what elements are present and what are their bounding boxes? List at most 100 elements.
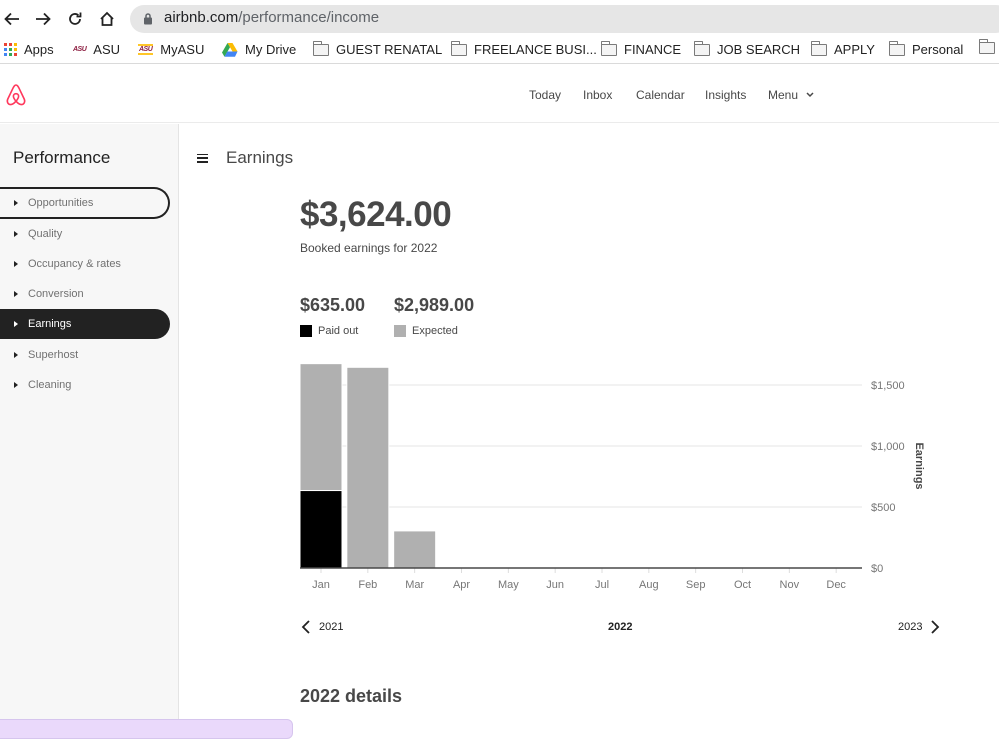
y-axis-label: Earnings: [913, 442, 925, 489]
sidebar-item-label: Cleaning: [28, 379, 72, 391]
nav-today[interactable]: Today: [529, 88, 561, 102]
bar-paid-out: [299, 490, 343, 569]
nav-insights[interactable]: Insights: [705, 88, 746, 102]
prev-year-button[interactable]: 2021: [301, 620, 343, 634]
folder-icon: [889, 40, 905, 56]
nav-calendar[interactable]: Calendar: [636, 88, 685, 102]
sidebar: Performance Opportunities Quality Occupa…: [0, 124, 179, 726]
page-header: Earnings: [197, 148, 293, 168]
paid-out-amount: $635.00: [300, 295, 366, 315]
bar-expected: [346, 366, 390, 569]
bookmark-folder[interactable]: Personal: [889, 40, 964, 57]
x-tick-label: May: [498, 579, 519, 591]
sidebar-item-opportunities[interactable]: Opportunities: [0, 187, 170, 219]
bookmark-apps[interactable]: Apps: [4, 42, 54, 57]
bookmark-folder[interactable]: APPLY: [811, 40, 875, 57]
nav-menu-label: Menu: [768, 88, 799, 102]
x-tick-label: Jul: [595, 579, 609, 591]
reload-button[interactable]: [64, 8, 86, 30]
details-section-title: 2022 details: [300, 686, 403, 706]
nav-inbox[interactable]: Inbox: [583, 88, 612, 102]
bookmark-folder[interactable]: FINANCE: [601, 40, 682, 57]
total-earnings-caption: Booked earnings for 2022: [300, 241, 438, 255]
x-tick-label: Jun: [546, 579, 564, 591]
legend-label: Expected: [412, 325, 458, 337]
folder-icon: [601, 40, 617, 56]
arrow-left-icon: [4, 12, 19, 26]
caret-right-icon: [14, 382, 18, 388]
bookmark-label: JOB SEARCH: [717, 42, 801, 57]
caret-right-icon: [14, 261, 18, 267]
y-tick-label: $1,000: [871, 441, 905, 453]
next-year-button[interactable]: 2023: [898, 620, 940, 634]
bookmark-label: Personal: [912, 42, 964, 57]
sidebar-title: Performance: [13, 148, 111, 167]
app-header: Today Inbox Calendar Insights Menu: [0, 65, 999, 123]
bookmark-asu[interactable]: ASU ASU: [73, 42, 120, 57]
legend-paid-out: Paid out: [300, 325, 358, 337]
nav-menu[interactable]: Menu: [768, 88, 814, 102]
google-drive-icon: [222, 42, 238, 57]
sidebar-item-conversion[interactable]: Conversion: [0, 279, 170, 309]
folder-icon: [451, 40, 467, 56]
x-tick-label: Aug: [639, 579, 659, 591]
bookmark-myasu[interactable]: ASU MyASU: [138, 42, 204, 57]
hamburger-menu-icon[interactable]: [197, 153, 208, 163]
x-tick-label: Sep: [686, 579, 706, 591]
bookmark-folder-overflow[interactable]: [979, 39, 995, 54]
reload-icon: [69, 12, 82, 25]
chevron-right-icon: [931, 620, 940, 634]
sidebar-item-quality[interactable]: Quality: [0, 219, 170, 249]
expected-amount: $2,989.00: [394, 295, 475, 315]
current-year-label: 2022: [608, 621, 633, 633]
asu-logo-icon: ASU: [73, 46, 87, 53]
browser-toolbar: airbnb.com/performance/income: [0, 0, 999, 38]
airbnb-logo[interactable]: [5, 83, 27, 112]
x-tick-label: Dec: [826, 579, 846, 591]
caret-right-icon: [14, 200, 18, 206]
x-tick-label: Mar: [405, 579, 424, 591]
y-tick-label: $0: [871, 563, 883, 575]
bookmark-folder[interactable]: GUEST RENATAL: [313, 40, 442, 57]
y-tick-label: $1,500: [871, 380, 905, 392]
forward-button[interactable]: [32, 8, 54, 30]
bar-expected: [393, 530, 437, 569]
x-tick-label: Apr: [453, 579, 470, 591]
x-tick-label: Feb: [358, 579, 377, 591]
chevron-left-icon: [301, 620, 310, 634]
bookmark-my-drive[interactable]: My Drive: [222, 42, 296, 57]
sidebar-item-label: Conversion: [28, 288, 84, 300]
bookmarks-bar: Apps ASU ASU ASU MyASU My Drive GUEST RE…: [0, 38, 999, 64]
bookmark-label: FINANCE: [624, 42, 682, 57]
bookmark-label: MyASU: [160, 42, 205, 57]
lock-icon: [144, 13, 152, 25]
expected-swatch: [394, 325, 406, 337]
bottom-popup-edge: [0, 719, 293, 739]
sidebar-item-earnings[interactable]: Earnings: [0, 309, 170, 339]
sidebar-item-superhost[interactable]: Superhost: [0, 340, 170, 370]
sidebar-item-cleaning[interactable]: Cleaning: [0, 370, 170, 400]
home-button[interactable]: [96, 8, 118, 30]
prev-year-label: 2021: [319, 621, 344, 633]
apps-grid-icon: [4, 43, 17, 56]
url-domain: airbnb.com: [164, 9, 239, 26]
folder-icon: [979, 39, 995, 54]
myasu-logo-icon: ASU: [138, 44, 154, 55]
paid-out-swatch: [300, 325, 312, 337]
caret-right-icon: [14, 321, 18, 327]
caret-right-icon: [14, 291, 18, 297]
sidebar-item-label: Superhost: [28, 349, 79, 361]
x-tick-label: Nov: [780, 579, 800, 591]
home-icon: [100, 11, 114, 26]
url-text[interactable]: airbnb.com/performance/income: [164, 9, 379, 26]
bookmark-label: ASU: [93, 42, 121, 57]
bookmark-folder[interactable]: FREELANCE BUSI...: [451, 40, 597, 57]
x-tick-label: Oct: [734, 579, 751, 591]
next-year-label: 2023: [898, 621, 923, 633]
sidebar-item-occupancy-rates[interactable]: Occupancy & rates: [0, 249, 170, 279]
bookmark-folder[interactable]: JOB SEARCH: [694, 40, 801, 57]
legend-expected: Expected: [394, 325, 458, 337]
back-button[interactable]: [1, 8, 23, 30]
bookmark-label: FREELANCE BUSI...: [474, 42, 597, 57]
y-tick-label: $500: [871, 502, 895, 514]
